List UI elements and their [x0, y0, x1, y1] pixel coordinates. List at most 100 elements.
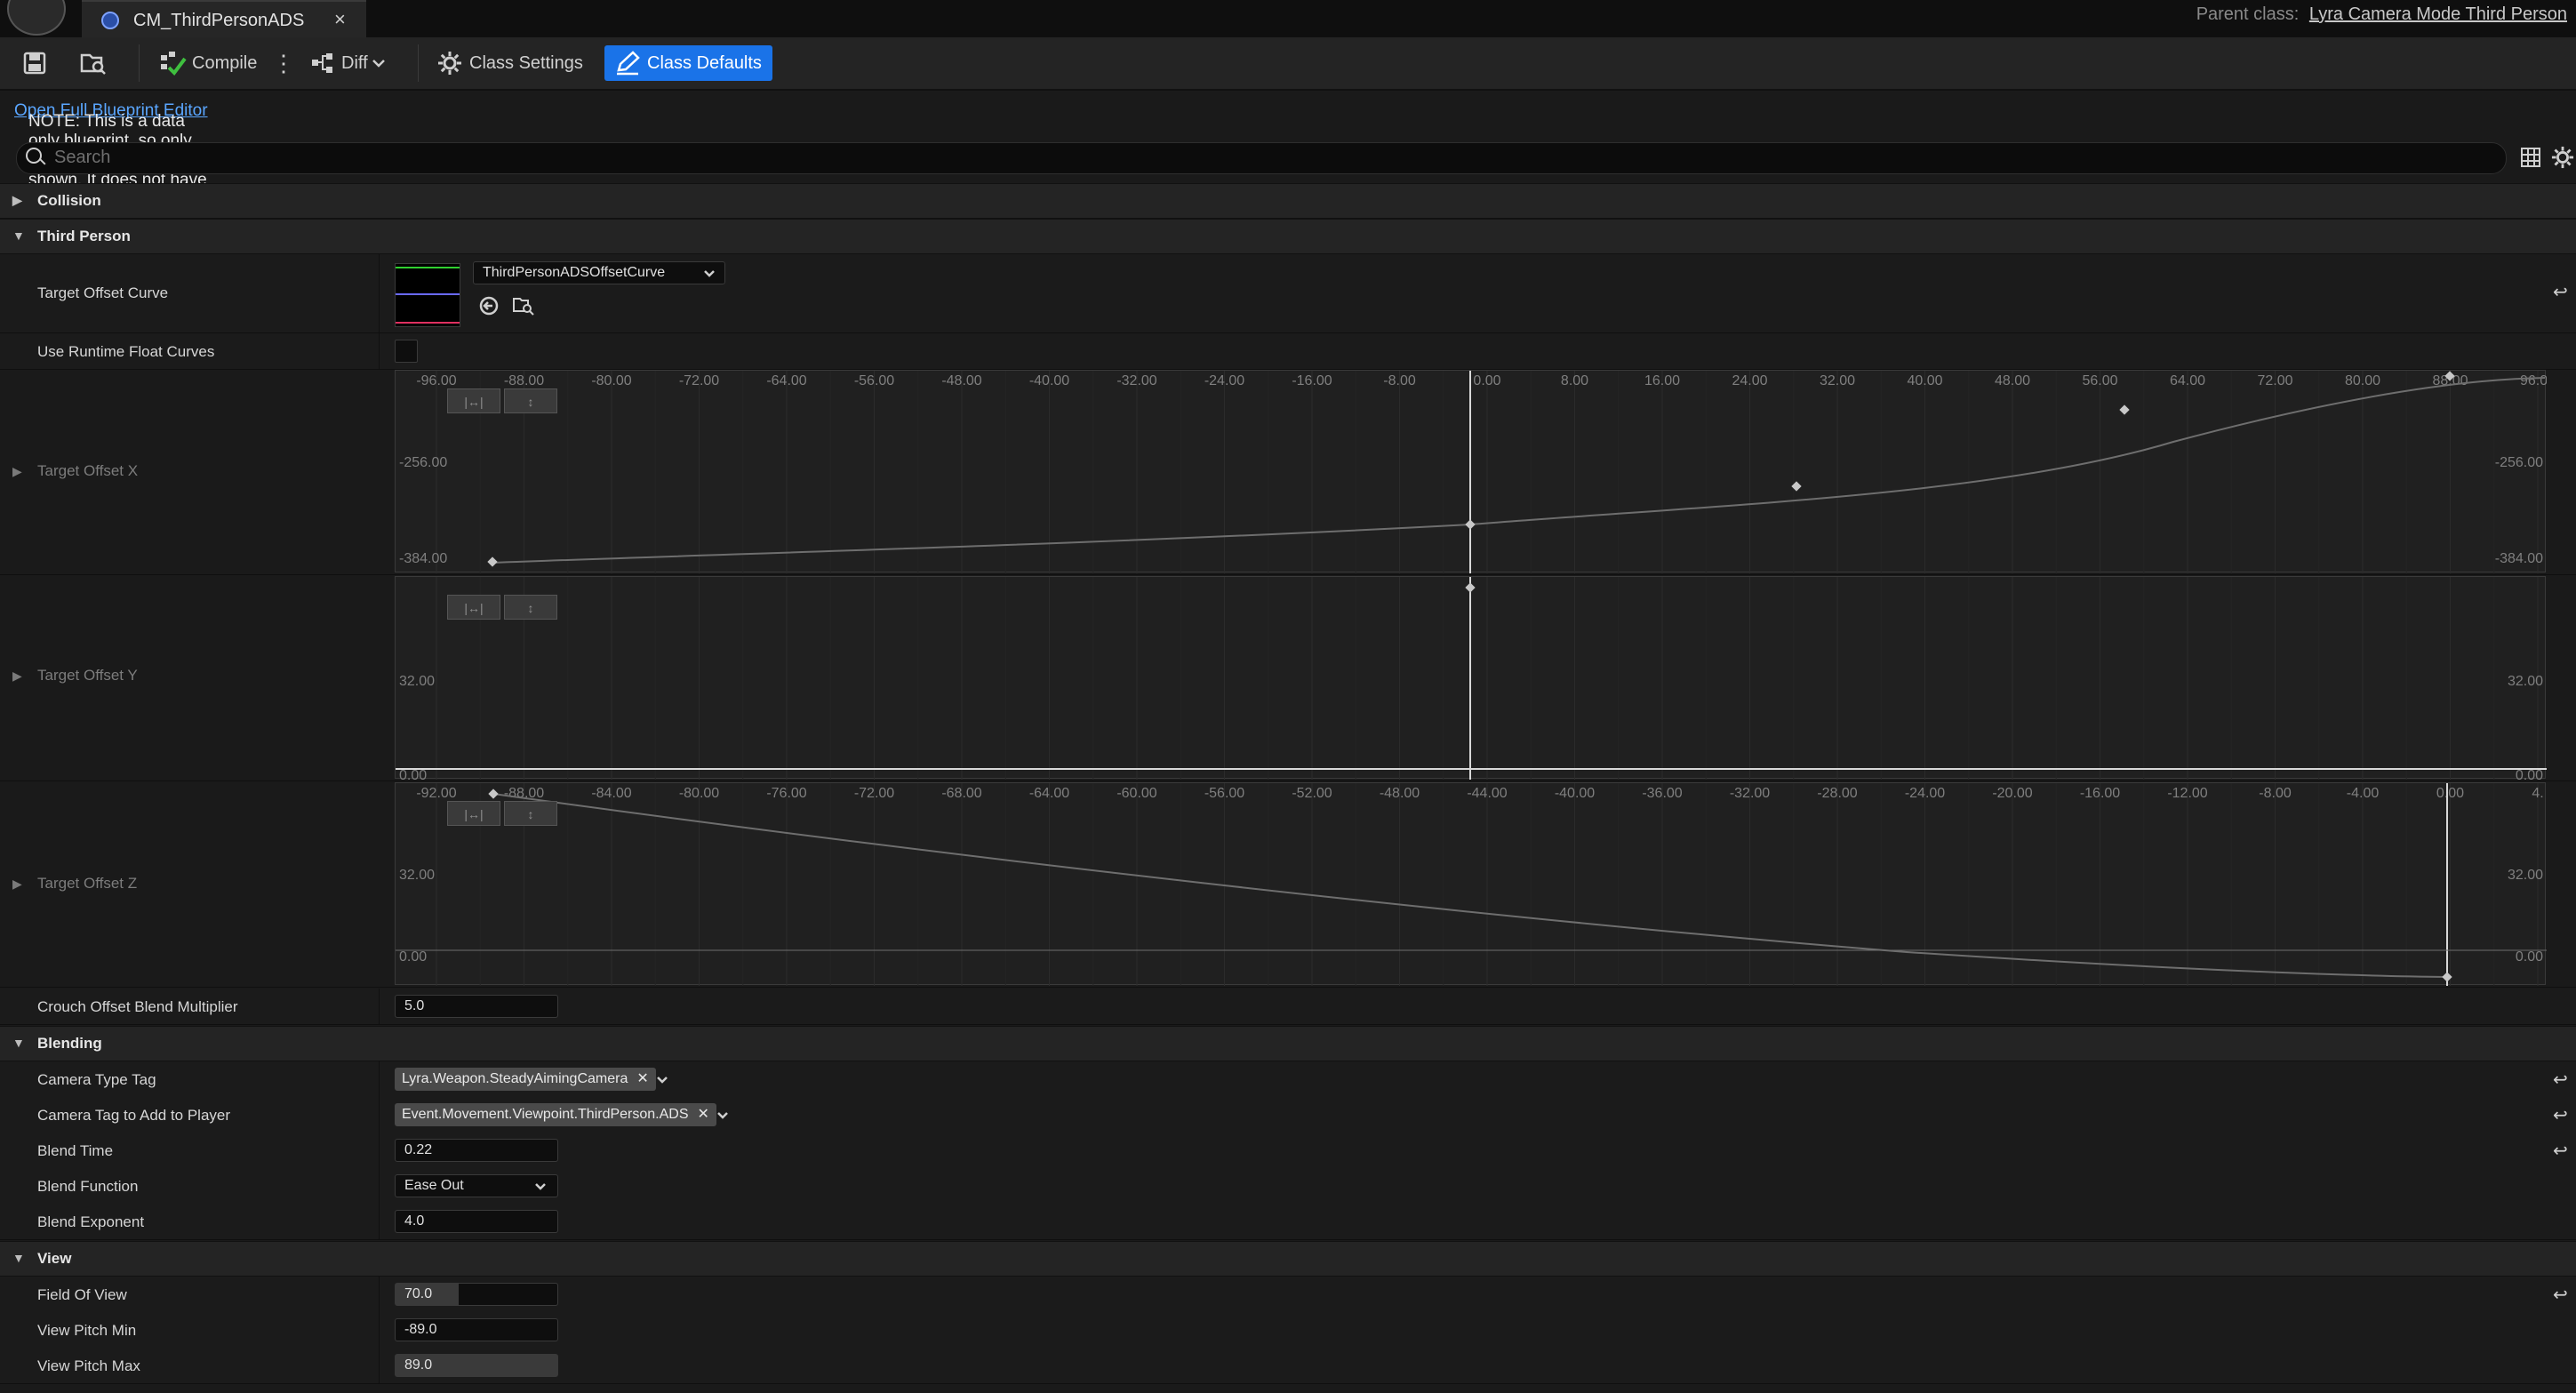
x-axis-tick: 72.00	[2257, 373, 2292, 388]
document-tab[interactable]: CM_ThirdPersonADS ×	[82, 0, 366, 39]
fit-vertical-button[interactable]: ↕	[504, 595, 557, 620]
curve-key[interactable]	[488, 789, 499, 799]
fit-horizontal-button[interactable]: |↔|	[447, 595, 500, 620]
category-view[interactable]: ▼ View	[0, 1241, 2576, 1277]
curve-key[interactable]	[2119, 404, 2130, 415]
y-axis-tick: 0.00	[2516, 768, 2543, 780]
edit-defaults-icon	[617, 51, 640, 76]
reset-to-default-icon[interactable]: ↩	[2553, 281, 2568, 303]
curve-key[interactable]	[1465, 519, 1476, 530]
pitch-max-slider-input[interactable]: 89.0	[395, 1354, 558, 1377]
unreal-logo-icon[interactable]	[7, 0, 66, 36]
diff-label: Diff	[341, 52, 368, 73]
reset-to-default-icon[interactable]: ↩	[2553, 1104, 2568, 1126]
reset-to-default-icon[interactable]: ↩	[2553, 1284, 2568, 1306]
fit-vertical-button[interactable]: ↕	[504, 801, 557, 826]
fit-vertical-button[interactable]: ↕	[504, 388, 557, 413]
remove-tag-icon[interactable]: ✕	[698, 1107, 709, 1122]
close-tab-icon[interactable]: ×	[334, 8, 346, 31]
x-axis-tick: -68.00	[941, 786, 981, 801]
pitch-min-slider-input[interactable]: -89.0	[395, 1318, 558, 1341]
toolbar: Compile ⋮ Diff Class Settings Class Defa…	[0, 37, 2576, 91]
prop-camera-tag-add: Camera Tag to Add to Player Event.Moveme…	[0, 1097, 2576, 1133]
blend-function-dropdown[interactable]: Ease Out	[395, 1174, 558, 1197]
compile-icon	[161, 52, 187, 76]
save-icon	[23, 52, 46, 75]
expand-arrow-icon[interactable]: ▶	[12, 668, 22, 684]
camera-tag-add-chip[interactable]: Event.Movement.Viewpoint.ThirdPerson.ADS…	[395, 1103, 716, 1126]
collapse-arrow-icon[interactable]: ▼	[12, 228, 25, 243]
category-blending[interactable]: ▼ Blending	[0, 1026, 2576, 1061]
x-axis-tick: -40.00	[1555, 786, 1595, 801]
search-input[interactable]: Search	[54, 148, 110, 168]
x-axis-tick: -72.00	[679, 373, 719, 388]
details-search[interactable]: Search	[16, 142, 2507, 174]
blend-time-input[interactable]: 0.22	[395, 1139, 558, 1162]
curve-thumbnail[interactable]	[395, 263, 460, 327]
x-axis-tick: -48.00	[941, 373, 981, 388]
curve-key[interactable]	[487, 556, 498, 567]
prop-view-pitch-max: View Pitch Max 89.0	[0, 1348, 2576, 1384]
x-axis-tick: -8.00	[1383, 373, 1416, 388]
x-axis-tick: -36.00	[1642, 786, 1682, 801]
collapse-arrow-icon[interactable]: ▼	[12, 1251, 25, 1265]
expand-arrow-icon[interactable]: ▶	[12, 464, 22, 479]
table-view-icon[interactable]	[2521, 148, 2540, 167]
parent-class-link[interactable]: Lyra Camera Mode Third Person	[2309, 4, 2567, 24]
camera-type-tag-chip[interactable]: Lyra.Weapon.SteadyAimingCamera ✕	[395, 1068, 656, 1091]
x-axis-tick: -24.00	[1905, 786, 1945, 801]
prop-target-offset-curve: Target Offset Curve ThirdPersonADSOffset…	[0, 254, 2576, 333]
curve-editor-x[interactable]: -96.00 -88.00 -80.00 -72.00 -64.00 -56.00 -48.…	[395, 370, 2547, 573]
x-axis-tick: -32.00	[1116, 373, 1156, 388]
x-axis-tick: -16.00	[1292, 373, 1332, 388]
crouch-multiplier-input[interactable]: 5.0	[395, 995, 558, 1018]
diff-button[interactable]: Diff	[311, 45, 386, 81]
category-third-person[interactable]: ▼ Third Person	[0, 219, 2576, 254]
curve-editor-y[interactable]: 32.00 32.00 0.00 0.00 |↔| ↕	[395, 576, 2547, 780]
browse-asset-icon[interactable]	[512, 295, 535, 316]
blueprint-icon	[101, 12, 119, 29]
chevron-down-icon[interactable]	[716, 1111, 729, 1120]
x-axis-tick: 56.00	[2082, 373, 2117, 388]
parent-class: Parent class: Lyra Camera Mode Third Per…	[2196, 4, 2567, 25]
curve-line-x	[492, 377, 2546, 564]
curve-key[interactable]	[1465, 582, 1476, 593]
curve-editor-z[interactable]: -92.00 -88.00 -84.00 -80.00 -76.00 -72.00 -68.…	[395, 782, 2547, 986]
blend-exponent-input[interactable]: 4.0	[395, 1210, 558, 1233]
class-settings-button[interactable]: Class Settings	[437, 45, 583, 81]
use-selected-asset-icon[interactable]	[478, 295, 500, 316]
fit-horizontal-button[interactable]: |↔|	[447, 388, 500, 413]
remove-tag-icon[interactable]: ✕	[636, 1071, 648, 1086]
x-axis-tick: -96.00	[416, 373, 456, 388]
curve-key[interactable]	[1791, 481, 1802, 492]
reset-to-default-icon[interactable]: ↩	[2553, 1140, 2568, 1162]
fit-horizontal-button[interactable]: |↔|	[447, 801, 500, 826]
reset-to-default-icon[interactable]: ↩	[2553, 1069, 2568, 1091]
x-axis-tick: -20.00	[1992, 786, 2032, 801]
x-axis-tick: -28.00	[1817, 786, 1857, 801]
curve-asset-dropdown[interactable]: ThirdPersonADSOffsetCurve	[473, 261, 725, 284]
category-collision[interactable]: ▶ Collision	[0, 183, 2576, 219]
collapse-arrow-icon[interactable]: ▼	[12, 1036, 25, 1050]
use-runtime-checkbox[interactable]	[395, 340, 418, 363]
gear-icon	[438, 52, 461, 75]
browse-button[interactable]	[80, 45, 107, 81]
chevron-down-icon[interactable]	[656, 1076, 668, 1085]
column-divider	[379, 1277, 380, 1312]
compile-button[interactable]: Compile	[158, 45, 257, 81]
fov-slider-input[interactable]: 70.0	[395, 1283, 558, 1306]
x-axis-tick: -84.00	[591, 786, 631, 801]
column-divider	[379, 1312, 380, 1348]
expand-arrow-icon[interactable]: ▶	[12, 877, 22, 892]
x-axis-tick: -64.00	[766, 373, 806, 388]
prop-field-of-view: Field Of View 70.0 ↩	[0, 1277, 2576, 1313]
x-axis-tick: -8.00	[2259, 786, 2292, 801]
settings-gear-icon[interactable]	[2551, 146, 2574, 169]
prop-label: Field Of View	[37, 1286, 127, 1303]
x-axis-tick: -88.00	[504, 373, 544, 388]
expand-arrow-icon[interactable]: ▶	[12, 193, 22, 208]
x-axis-tick: -48.00	[1380, 786, 1420, 801]
class-defaults-button[interactable]: Class Defaults	[604, 45, 772, 81]
save-button[interactable]	[23, 45, 46, 81]
compile-options-icon[interactable]: ⋮	[272, 45, 295, 81]
